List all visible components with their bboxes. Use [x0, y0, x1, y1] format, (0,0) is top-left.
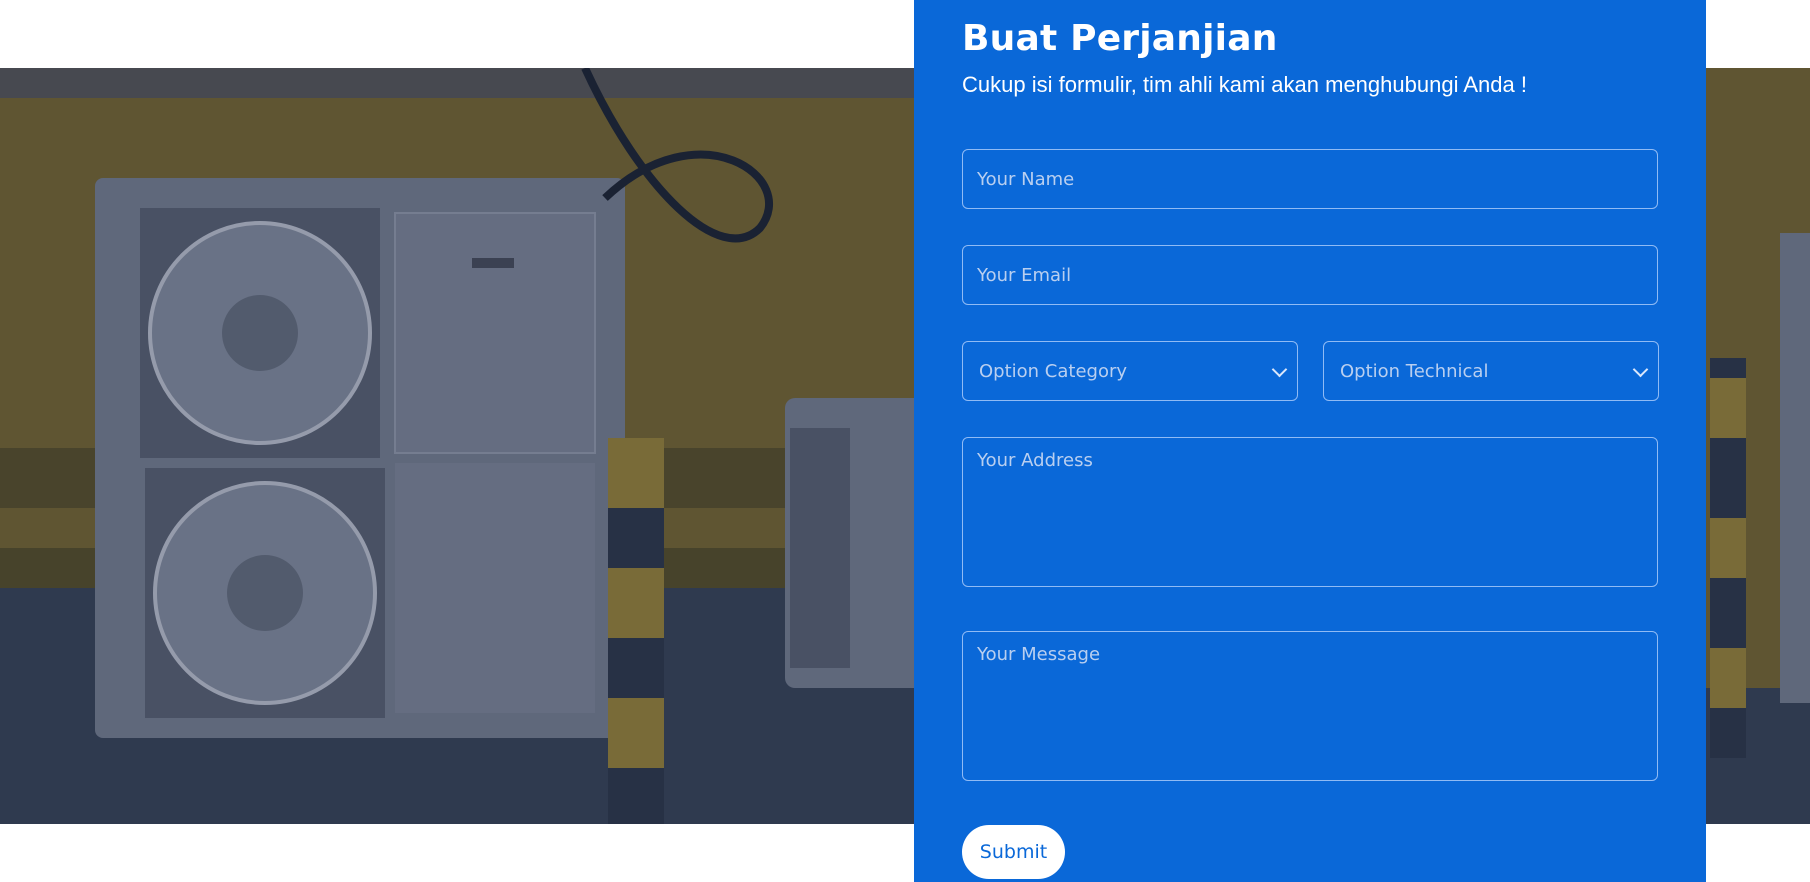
technical-select[interactable]: Option Technical: [1323, 341, 1659, 401]
form-subtitle: Cukup isi formulir, tim ahli kami akan m…: [962, 72, 1527, 97]
chevron-down-icon: [1271, 361, 1288, 377]
email-input[interactable]: Your Email: [962, 245, 1658, 305]
message-placeholder: Your Message: [977, 644, 1101, 665]
submit-button[interactable]: Submit: [962, 825, 1065, 879]
address-textarea[interactable]: Your Address: [962, 437, 1658, 587]
name-placeholder: Your Name: [977, 168, 1075, 190]
name-input[interactable]: Your Name: [962, 149, 1658, 209]
category-select[interactable]: Option Category: [962, 341, 1298, 401]
address-placeholder: Your Address: [977, 450, 1093, 471]
category-select-value: Option Category: [979, 360, 1128, 382]
form-title: Buat Perjanjian: [962, 18, 1278, 59]
chevron-down-icon: [1632, 361, 1649, 377]
message-textarea[interactable]: Your Message: [962, 631, 1658, 781]
technical-select-value: Option Technical: [1340, 360, 1489, 382]
appointment-form-panel: Buat Perjanjian Cukup isi formulir, tim …: [914, 0, 1706, 882]
email-placeholder: Your Email: [977, 264, 1072, 286]
